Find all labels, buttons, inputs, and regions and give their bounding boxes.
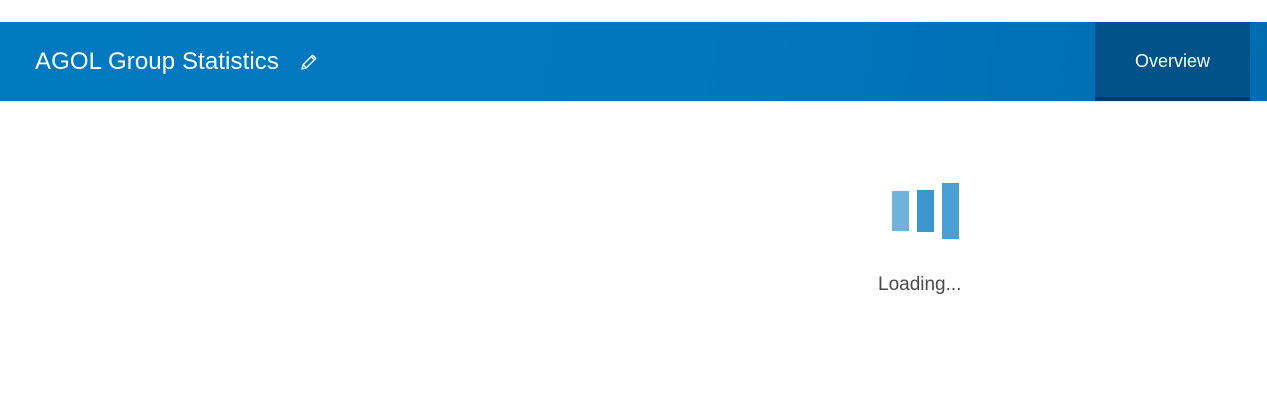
app-page: AGOL Group Statistics Overview Loading..…: [0, 0, 1267, 420]
loading-bar-3: [942, 183, 959, 239]
loading-text: Loading...: [878, 274, 962, 295]
top-strip: [0, 0, 1267, 22]
loading-bar-1: [892, 191, 909, 231]
loading-bars-icon: [892, 183, 962, 243]
pencil-icon-graphic: [301, 54, 317, 70]
pencil-icon[interactable]: [298, 51, 320, 73]
loading-indicator: Loading...: [876, 180, 976, 310]
app-title: AGOL Group Statistics: [35, 47, 279, 75]
app-header: AGOL Group Statistics Overview: [0, 22, 1267, 101]
tab-overview-label: Overview: [1134, 51, 1210, 71]
tab-overview[interactable]: Overview: [1095, 22, 1250, 101]
loading-bar-2: [917, 190, 934, 232]
title-area: AGOL Group Statistics: [35, 22, 320, 101]
active-tab-indicator: [1095, 97, 1250, 101]
